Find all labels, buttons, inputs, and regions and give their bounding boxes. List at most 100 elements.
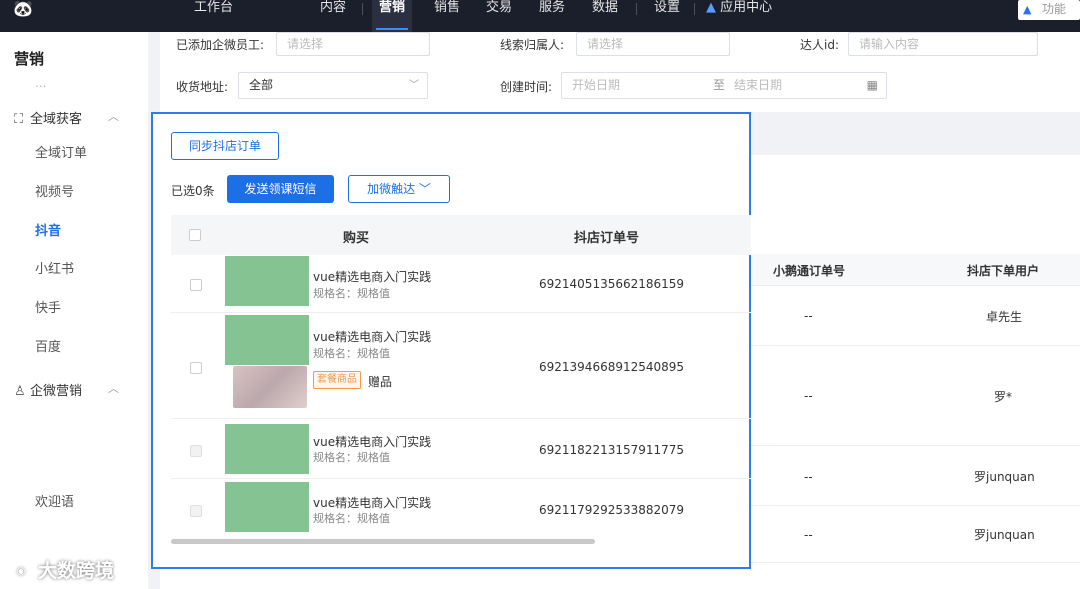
lead-owner-select[interactable]: 请选择 xyxy=(576,32,730,56)
end-date-placeholder: 结束日期 xyxy=(734,78,783,92)
influencer-label: 达人id: xyxy=(800,38,839,52)
nav-divider xyxy=(636,3,637,15)
sidebar-group-acquisition[interactable]: ⛶ 全域获客 ︿ xyxy=(14,108,119,127)
nav-marketing[interactable]: 营销 xyxy=(372,0,412,32)
order-select-dialog: 同步抖店订单 已选0条 发送领课短信 加微触达 ﹀ 购买 抖店订单号 vue精选… xyxy=(151,112,751,569)
product-name: vue精选电商入门实践 xyxy=(313,435,432,449)
col-header-douyin-user: 抖店下单用户 xyxy=(967,264,1040,278)
col-header-purchase: 购买 xyxy=(343,231,370,246)
product-spec: 规格名：规格值 xyxy=(313,347,390,360)
douyin-user-cell: 罗junquan xyxy=(974,528,1035,542)
sidebar-group-wework[interactable]: ♙ 企微营销 ︿ xyxy=(14,380,119,399)
sidebar-item-kuaishou[interactable]: 快手 xyxy=(35,297,61,316)
sidebar-item-faded: ... xyxy=(35,76,47,90)
address-select[interactable]: 全部 ﹀ xyxy=(238,72,428,99)
row-divider xyxy=(171,418,751,419)
sidebar-item-douyin[interactable]: 抖音 xyxy=(35,220,61,239)
placeholder: 请选择 xyxy=(587,37,624,51)
horizontal-scrollbar[interactable] xyxy=(171,539,595,544)
product-thumbnail xyxy=(225,256,309,306)
nav-service[interactable]: 服务 xyxy=(539,0,565,32)
group-label: 全域获客 xyxy=(30,112,83,127)
nav-label: 营销 xyxy=(378,0,405,15)
gift-thumbnail xyxy=(233,366,307,408)
nav-label: 销售 xyxy=(434,0,461,15)
sidebar: 营销 ... ⛶ 全域获客 ︿ 全域订单 视频号 抖音 小红书 快手 百度 ♙ 企微… xyxy=(0,32,148,589)
order-number: 6921182213157911775 xyxy=(539,443,685,457)
nav-data[interactable]: 数据 xyxy=(592,0,618,32)
group-label: 企微营销 xyxy=(30,384,83,399)
douyin-user-cell: 罗* xyxy=(994,390,1013,404)
row-checkbox[interactable] xyxy=(190,279,202,291)
xet-order-cell: -- xyxy=(804,309,813,323)
product-name: vue精选电商入门实践 xyxy=(313,496,432,510)
created-time-label: 创建时间: xyxy=(500,80,553,94)
sync-douyin-orders-button[interactable]: 同步抖店订单 xyxy=(171,132,279,160)
selected-count: 已选0条 xyxy=(171,184,215,198)
user-icon: ♙ xyxy=(14,384,26,399)
nav-divider xyxy=(694,3,695,15)
row-divider xyxy=(171,478,751,479)
xet-order-cell: -- xyxy=(804,389,813,403)
product-spec: 规格名：规格值 xyxy=(313,287,390,300)
chevron-down-icon: ﹀ xyxy=(418,182,431,196)
nav-label: 数据 xyxy=(592,0,619,15)
sidebar-item-welcome[interactable]: 欢迎语 xyxy=(35,491,74,510)
nav-label: 工作台 xyxy=(194,0,234,15)
nav-workbench[interactable]: 工作台 xyxy=(194,0,233,32)
wework-staff-select[interactable]: 请选择 xyxy=(276,32,430,56)
calendar-icon: ▦ xyxy=(866,78,878,92)
nav-sales[interactable]: 销售 xyxy=(434,0,460,32)
lead-owner-label: 线索归属人: xyxy=(500,38,565,52)
nav-app-center[interactable]: ▲ 应用中心 xyxy=(706,0,772,32)
app-logo-icon: ▲ xyxy=(1023,3,1032,16)
row-checkbox[interactable] xyxy=(190,362,202,374)
nav-divider xyxy=(362,3,363,15)
send-course-sms-button[interactable]: 发送领课短信 xyxy=(227,175,334,203)
nav-label: 服务 xyxy=(539,0,566,15)
nav-content[interactable]: 内容 xyxy=(320,0,346,32)
sidebar-title: 营销 xyxy=(14,50,45,68)
panda-logo-icon[interactable]: 🐼 xyxy=(10,0,36,18)
douyin-user-cell: 罗junquan xyxy=(974,470,1035,484)
date-range-picker[interactable]: 开始日期 至 结束日期 ▦ xyxy=(561,72,887,99)
col-header-order-no: 抖店订单号 xyxy=(574,231,640,246)
douyin-user-cell: 卓先生 xyxy=(986,310,1023,324)
order-number: 6921405135662186159 xyxy=(539,277,685,291)
col-header-xet-order: 小鹅通订单号 xyxy=(773,264,846,278)
sidebar-item-all-orders[interactable]: 全域订单 xyxy=(35,142,87,161)
add-wechat-button[interactable]: 加微触达 ﹀ xyxy=(348,175,450,203)
nav-label: 设置 xyxy=(654,0,681,15)
nav-trade[interactable]: 交易 xyxy=(486,0,512,32)
row-divider xyxy=(750,505,1080,506)
nav-settings[interactable]: 设置 xyxy=(654,0,680,32)
sidebar-item-xiaohongshu[interactable]: 小红书 xyxy=(35,258,74,277)
xet-order-cell: -- xyxy=(804,528,813,542)
watermark-text: 大数跨境 xyxy=(38,560,115,582)
influencer-input[interactable]: 请输入内容 xyxy=(848,32,1038,56)
bundle-tag: 套餐商品 xyxy=(313,371,361,389)
order-number: 6921394668912540895 xyxy=(539,360,685,374)
nav-label: 应用中心 xyxy=(720,0,773,15)
filter-panel: 已添加企微员工: 请选择 线索归属人: 请选择 达人id: 请输入内容 收货地址… xyxy=(160,32,1080,112)
table-header xyxy=(171,215,751,255)
app-center-icon: ▲ xyxy=(706,0,716,15)
function-search-input[interactable]: ▲ 功能 xyxy=(1018,0,1080,20)
select-all-checkbox[interactable] xyxy=(189,229,201,241)
chevron-up-icon: ︿ xyxy=(108,110,119,123)
sidebar-item-baidu[interactable]: 百度 xyxy=(35,336,61,355)
search-placeholder: 功能 xyxy=(1042,2,1067,16)
nav-label: 内容 xyxy=(320,0,347,15)
brand-logo-icon: ◉ xyxy=(8,561,34,582)
product-name: vue精选电商入门实践 xyxy=(313,270,432,284)
row-divider xyxy=(750,445,1080,446)
placeholder: 请输入内容 xyxy=(859,37,920,51)
address-label: 收货地址: xyxy=(176,80,229,94)
product-thumbnail xyxy=(225,424,309,474)
row-divider xyxy=(171,312,751,313)
sidebar-item-channels[interactable]: 视频号 xyxy=(35,181,74,200)
top-nav-bar: 🐼 工作台 内容 营销 销售 交易 服务 数据 设置 ▲ 应用中心 ▲ 功能 xyxy=(0,0,1080,32)
row-divider xyxy=(750,562,1080,563)
product-spec: 规格名：规格值 xyxy=(313,451,390,464)
scan-icon: ⛶ xyxy=(14,112,24,127)
